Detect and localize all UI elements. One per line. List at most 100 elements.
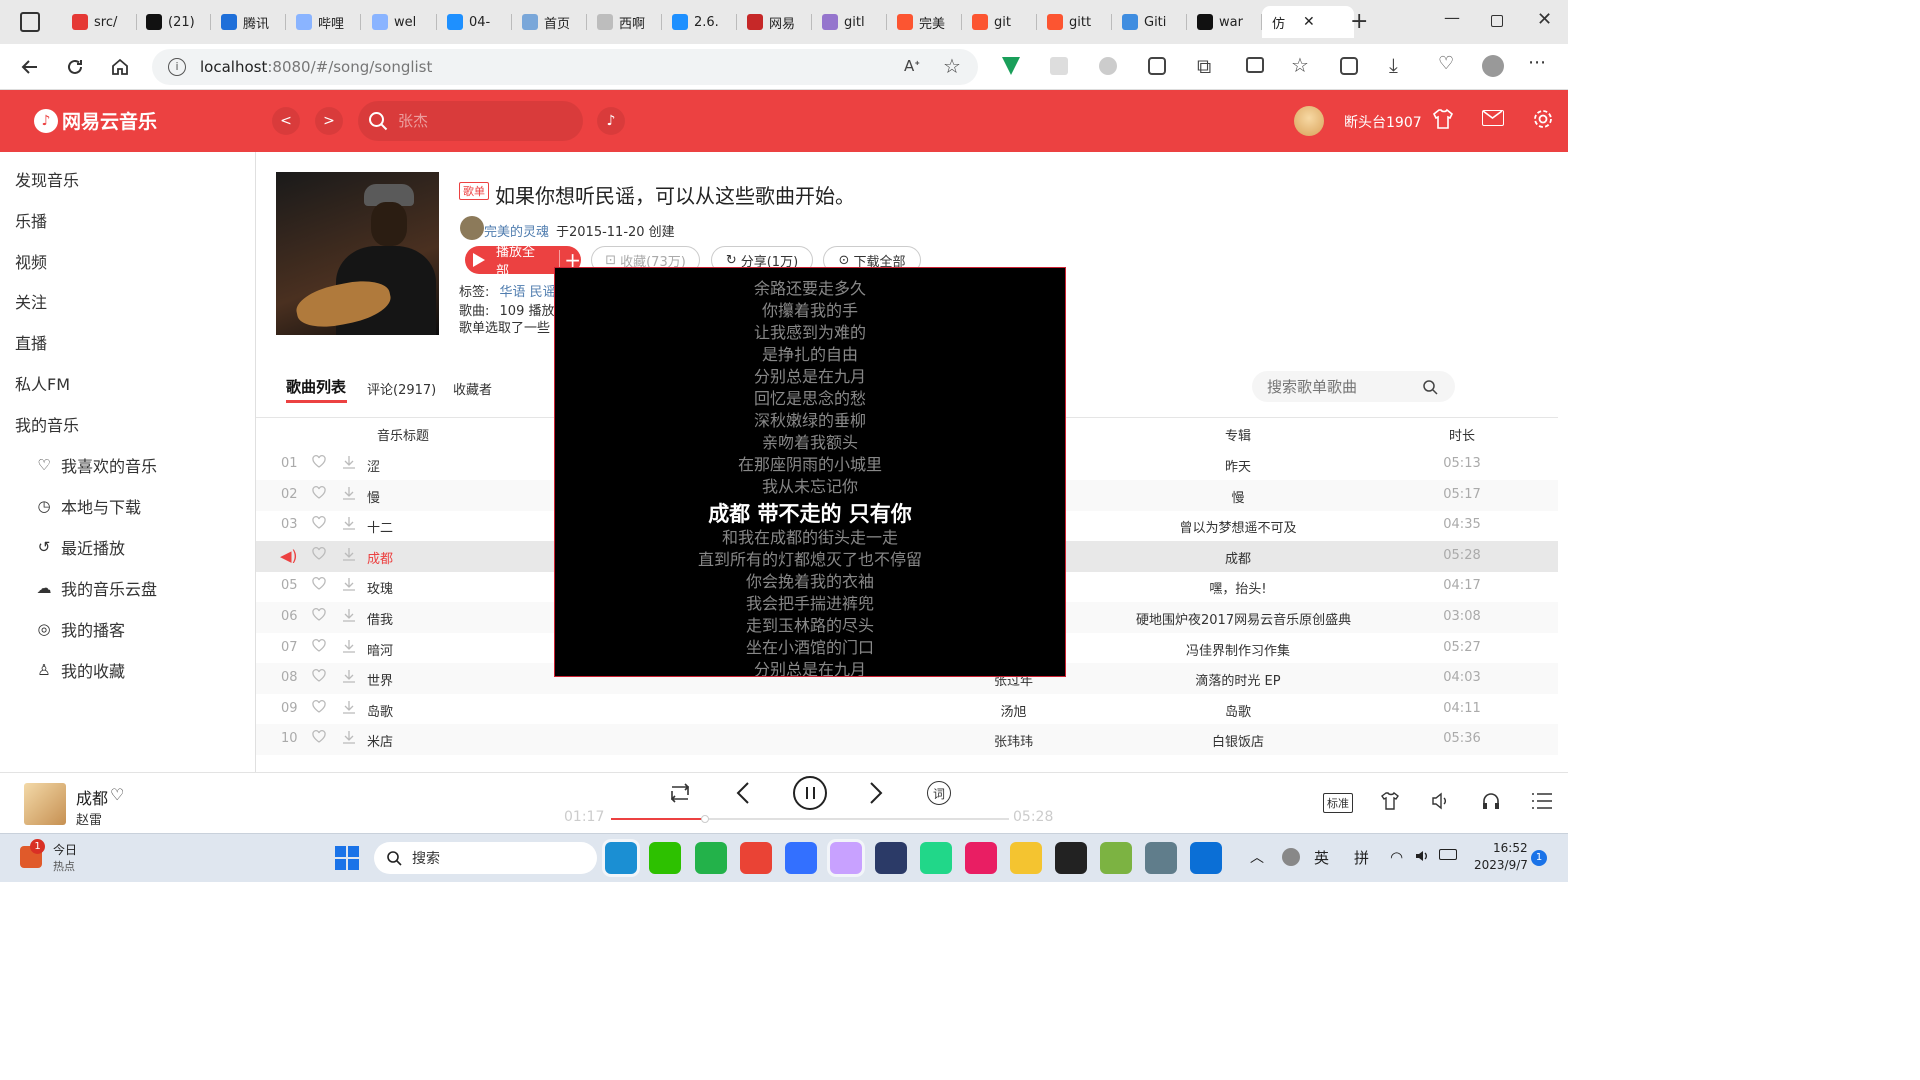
browser-tab[interactable]: 哔哩 [286, 6, 361, 38]
extension-icon[interactable] [1099, 57, 1117, 75]
sidebar-subitem[interactable]: ♡ 我喜欢的音乐 [35, 453, 157, 477]
terminal-icon[interactable] [695, 842, 727, 874]
download-icon[interactable] [342, 547, 356, 561]
song-album[interactable]: 滴落的时光 EP [1136, 670, 1340, 689]
like-heart-icon[interactable] [312, 669, 326, 683]
sidebar-subitem[interactable]: ♙ 我的收藏 [35, 658, 125, 682]
song-title[interactable]: 暗河 [367, 640, 393, 659]
app-icon[interactable] [965, 842, 997, 874]
tab-collections-icon[interactable] [1340, 57, 1358, 75]
windows-start-icon[interactable] [335, 846, 359, 870]
address-bar[interactable]: i localhost:8080/#/song/songlist Aᐩ ☆ [152, 49, 978, 85]
user-avatar[interactable] [1294, 106, 1324, 136]
skin-icon[interactable] [1432, 108, 1454, 130]
pycharm-icon[interactable] [920, 842, 952, 874]
browser-tab[interactable]: war [1187, 6, 1262, 38]
song-title[interactable]: 成都 [367, 548, 393, 567]
like-heart-icon[interactable] [312, 730, 326, 744]
paint-icon[interactable] [1100, 842, 1132, 874]
browser-tab[interactable]: git [962, 6, 1037, 38]
song-album[interactable]: 白银饭店 [1136, 731, 1340, 750]
browser-tab[interactable]: gitl [812, 6, 887, 38]
webstorm-icon[interactable] [1190, 842, 1222, 874]
song-album[interactable]: 曾以为梦想遥不可及 [1136, 517, 1340, 536]
download-icon[interactable] [342, 516, 356, 530]
sidebar-item[interactable]: 关注 [15, 289, 47, 313]
download-icon[interactable] [342, 669, 356, 683]
netease-music-icon[interactable] [830, 842, 862, 874]
username[interactable]: 断头台1907 [1344, 112, 1422, 132]
browser-tab[interactable]: 腾讯 [211, 6, 286, 38]
close-tab-icon[interactable]: ✕ [1303, 14, 1315, 30]
song-artist[interactable]: 张玮玮 [956, 731, 1071, 750]
progress-handle[interactable] [700, 815, 709, 823]
settings-gear-icon[interactable] [1145, 842, 1177, 874]
wechat-icon[interactable] [649, 842, 681, 874]
pause-button[interactable] [793, 776, 827, 810]
download-icon[interactable] [342, 608, 356, 622]
browser-tab[interactable]: Giti [1112, 6, 1187, 38]
now-playing-title[interactable]: 成都 [76, 785, 108, 809]
previous-track-icon[interactable] [735, 781, 751, 805]
like-heart-icon[interactable] [312, 608, 326, 622]
song-album[interactable]: 冯佳界制作习作集 [1136, 640, 1340, 659]
chrome-icon[interactable] [740, 842, 772, 874]
download-icon[interactable] [342, 455, 356, 469]
new-tab-icon[interactable]: + [1350, 9, 1368, 34]
battery-icon[interactable] [1439, 849, 1457, 860]
song-title[interactable]: 涩 [367, 456, 380, 475]
song-title[interactable]: 慢 [367, 487, 380, 506]
taskbar-search[interactable]: 搜索 [374, 842, 597, 874]
listen-together-icon[interactable] [1481, 791, 1501, 811]
loop-mode-icon[interactable] [668, 783, 692, 803]
extensions-puzzle-icon[interactable]: ⧉ [1197, 54, 1211, 78]
browser-tab[interactable]: (21) [136, 6, 211, 38]
creator-name[interactable]: 完美的灵魂 [484, 221, 549, 240]
sidebar-subitem[interactable]: ◎ 我的播客 [35, 617, 125, 641]
like-heart-icon[interactable]: ♡ [110, 785, 124, 804]
browser-tab[interactable]: 网易 [737, 6, 812, 38]
ime-language[interactable]: 英 [1314, 847, 1329, 868]
song-title[interactable]: 玫瑰 [367, 578, 393, 597]
song-artist[interactable]: 汤旭 [956, 701, 1071, 720]
reload-icon[interactable] [61, 53, 89, 81]
cat-icon[interactable] [875, 842, 907, 874]
song-title[interactable]: 岛歌 [367, 701, 393, 720]
volume-icon[interactable] [1430, 791, 1450, 811]
tab-collectors[interactable]: 收藏者 [453, 379, 492, 398]
ime-mode[interactable]: 拼 [1354, 847, 1369, 868]
browser-tab[interactable]: src/ [62, 6, 137, 38]
settings-gear-icon[interactable] [1532, 108, 1554, 130]
widget-title[interactable]: 今日 [53, 841, 77, 858]
browser-tab[interactable]: gitt [1037, 6, 1112, 38]
creator-avatar[interactable] [460, 216, 484, 240]
tray-app-icon[interactable] [1282, 848, 1300, 866]
wifi-icon[interactable]: ◠ [1390, 848, 1403, 866]
mail-icon[interactable] [1482, 110, 1504, 126]
browser-tab[interactable]: 04- [437, 6, 512, 38]
songlist-search-input[interactable] [1267, 377, 1422, 396]
browser-tab[interactable]: 首页 [512, 6, 587, 38]
minimize-icon[interactable]: — [1444, 8, 1460, 27]
download-icon[interactable] [342, 700, 356, 714]
favorite-star-icon[interactable]: ☆ [943, 54, 961, 78]
home-icon[interactable] [106, 53, 134, 81]
song-album[interactable]: 慢 [1136, 487, 1340, 506]
favorites-icon[interactable]: ☆ [1291, 53, 1309, 77]
sidebar-item[interactable]: 私人FM [15, 371, 70, 395]
song-title[interactable]: 十二 [367, 517, 393, 536]
like-heart-icon[interactable] [312, 546, 326, 561]
tab-actions-icon[interactable] [20, 12, 40, 32]
info-icon[interactable]: i [168, 58, 186, 76]
songlist-search[interactable] [1252, 371, 1455, 402]
search-input[interactable] [398, 112, 558, 130]
like-heart-icon[interactable] [312, 485, 326, 500]
edge-icon[interactable] [605, 842, 637, 874]
sidebar-subitem[interactable]: ↺ 最近播放 [35, 535, 125, 559]
like-heart-icon[interactable] [312, 577, 326, 591]
lyric-toggle-button[interactable]: 词 [927, 781, 951, 805]
search-icon[interactable] [1422, 379, 1438, 395]
profile-avatar[interactable] [1482, 55, 1504, 77]
download-icon[interactable] [342, 577, 356, 592]
song-title[interactable]: 米店 [367, 731, 393, 750]
